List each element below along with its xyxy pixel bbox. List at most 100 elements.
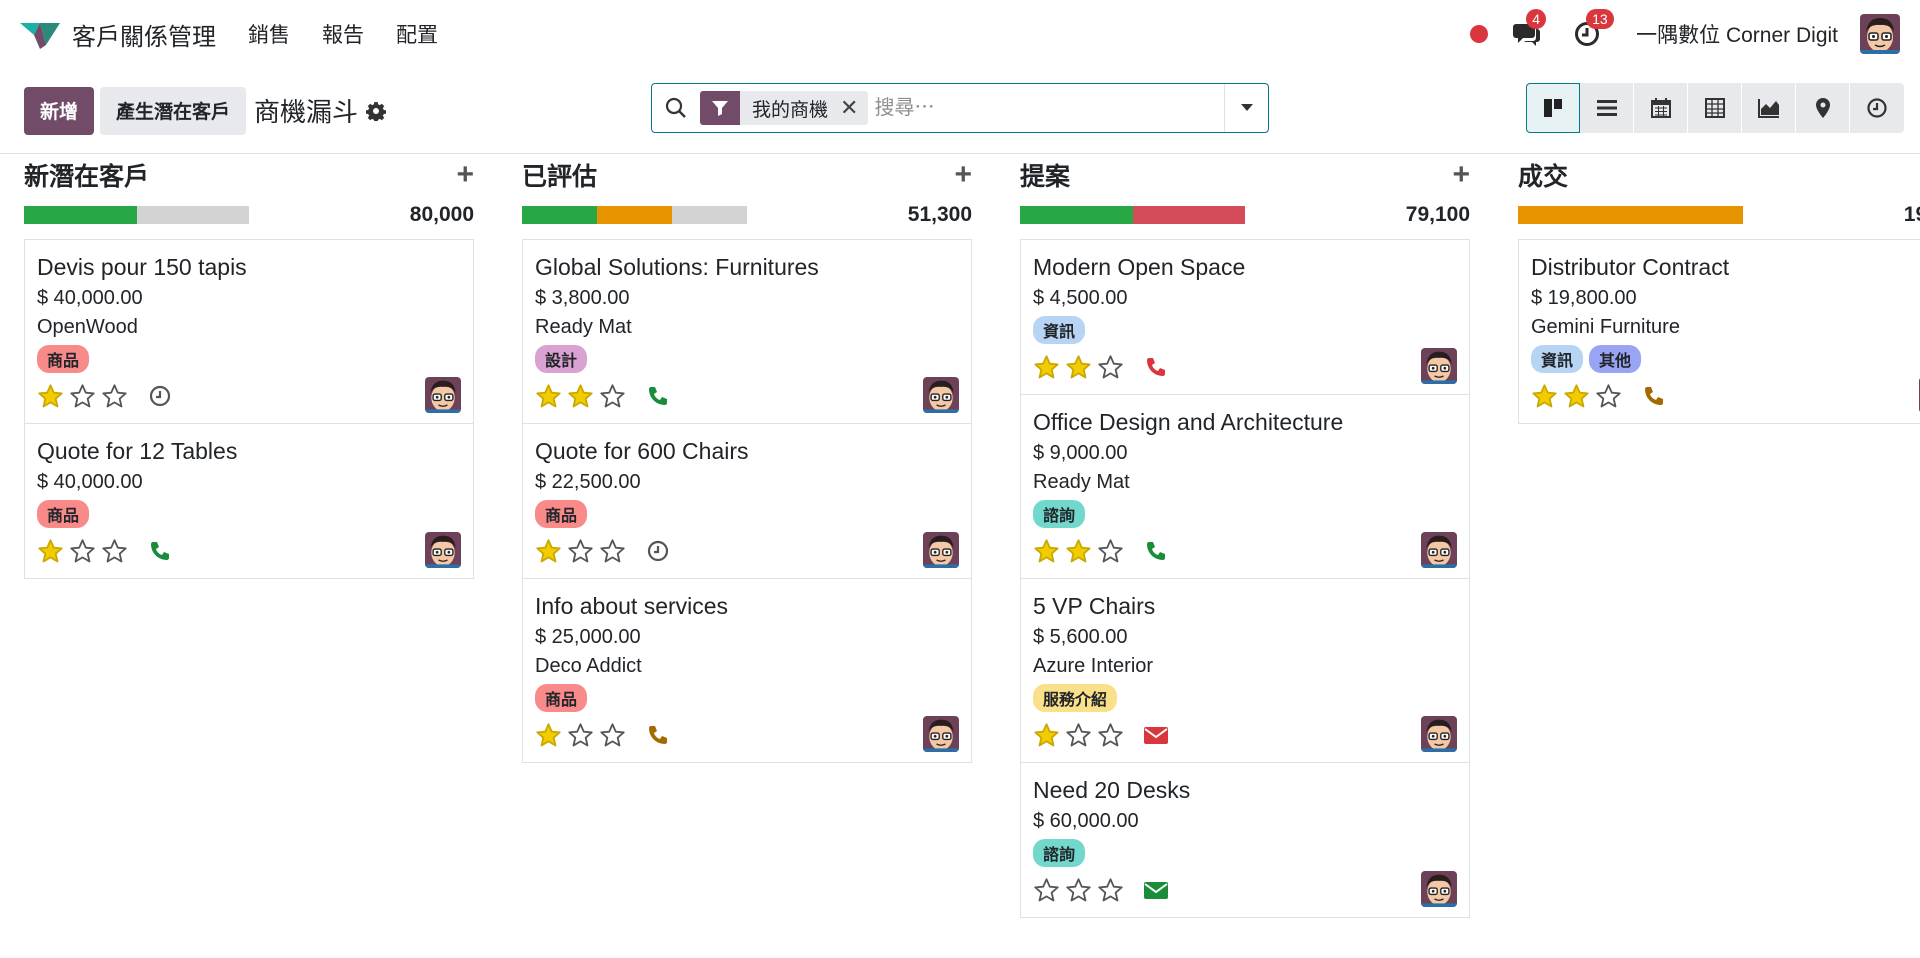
progress-bar[interactable]: [24, 206, 249, 224]
column-title[interactable]: 成交: [1518, 157, 1568, 193]
star-empty-icon[interactable]: [1097, 538, 1124, 565]
facet-remove-icon[interactable]: ✕: [840, 95, 868, 121]
view-list-button[interactable]: [1580, 83, 1634, 133]
menu-item-sales[interactable]: 銷售: [248, 19, 290, 49]
menu-item-reports[interactable]: 報告: [322, 19, 364, 49]
star-empty-icon[interactable]: [1033, 877, 1060, 904]
search-icon[interactable]: [652, 97, 700, 119]
card-avatar[interactable]: [425, 377, 461, 413]
column-add-icon[interactable]: +: [954, 160, 972, 190]
card-avatar[interactable]: [1421, 348, 1457, 384]
column-add-icon[interactable]: +: [456, 160, 474, 190]
progress-segment[interactable]: [1020, 206, 1133, 224]
star-filled-icon[interactable]: [535, 538, 562, 565]
activity-button[interactable]: [645, 722, 671, 748]
card-avatar[interactable]: [1421, 532, 1457, 568]
star-empty-icon[interactable]: [599, 538, 626, 565]
opportunity-card[interactable]: Global Solutions: Furnitures $ 3,800.00 Re…: [523, 240, 971, 424]
star-empty-icon[interactable]: [101, 383, 128, 410]
card-avatar[interactable]: [425, 532, 461, 568]
search-options-toggle[interactable]: [1224, 84, 1268, 132]
star-filled-icon[interactable]: [37, 383, 64, 410]
column-add-icon[interactable]: +: [1452, 160, 1470, 190]
star-empty-icon[interactable]: [567, 538, 594, 565]
star-empty-icon[interactable]: [567, 722, 594, 749]
star-filled-icon[interactable]: [37, 538, 64, 565]
new-button[interactable]: 新增: [24, 86, 95, 135]
card-avatar[interactable]: [923, 716, 959, 752]
star-empty-icon[interactable]: [69, 383, 96, 410]
view-map-button[interactable]: [1796, 83, 1850, 133]
view-pivot-button[interactable]: [1688, 83, 1742, 133]
gear-icon[interactable]: [366, 101, 387, 121]
activity-button[interactable]: [1143, 354, 1169, 380]
progress-segment[interactable]: [136, 206, 249, 224]
menu-item-config[interactable]: 配置: [396, 19, 438, 49]
progress-segment[interactable]: [596, 206, 672, 224]
star-filled-icon[interactable]: [535, 722, 562, 749]
star-empty-icon[interactable]: [599, 383, 626, 410]
app-name[interactable]: 客戶關係管理: [72, 17, 216, 52]
star-filled-icon[interactable]: [1033, 722, 1060, 749]
status-dot[interactable]: [1470, 25, 1489, 43]
opportunity-card[interactable]: Quote for 12 Tables $ 40,000.00 商品: [25, 424, 473, 579]
progress-segment[interactable]: [671, 206, 747, 224]
activity-button[interactable]: [1143, 538, 1169, 564]
star-filled-icon[interactable]: [1065, 538, 1092, 565]
star-empty-icon[interactable]: [1065, 722, 1092, 749]
activity-button[interactable]: [1143, 877, 1169, 903]
progress-segment[interactable]: [1518, 206, 1743, 224]
card-avatar[interactable]: [923, 377, 959, 413]
star-empty-icon[interactable]: [1595, 383, 1622, 410]
card-avatar[interactable]: [923, 532, 959, 568]
activities-button[interactable]: 13: [1572, 9, 1614, 49]
star-empty-icon[interactable]: [1097, 354, 1124, 381]
progress-segment[interactable]: [522, 206, 597, 224]
star-empty-icon[interactable]: [1097, 722, 1124, 749]
star-filled-icon[interactable]: [1033, 538, 1060, 565]
messages-button[interactable]: 4: [1512, 9, 1547, 49]
progress-bar[interactable]: [522, 206, 747, 224]
view-graph-button[interactable]: [1742, 83, 1796, 133]
column-title[interactable]: 提案: [1020, 157, 1070, 193]
card-avatar[interactable]: [1421, 871, 1457, 907]
activity-button[interactable]: [147, 538, 173, 564]
opportunity-card[interactable]: Modern Open Space $ 4,500.00 資訊: [1021, 240, 1469, 395]
activity-button[interactable]: [645, 538, 671, 564]
progress-bar[interactable]: [1020, 206, 1245, 224]
star-filled-icon[interactable]: [1531, 383, 1558, 410]
star-empty-icon[interactable]: [101, 538, 128, 565]
activity-button[interactable]: [1143, 722, 1169, 748]
opportunity-card[interactable]: Devis pour 150 tapis $ 40,000.00 OpenWood 商…: [25, 240, 473, 424]
user-avatar[interactable]: [1860, 14, 1900, 54]
star-filled-icon[interactable]: [1563, 383, 1590, 410]
progress-segment[interactable]: [1132, 206, 1245, 224]
search-input[interactable]: [868, 86, 1224, 130]
opportunity-card[interactable]: Distributor Contract $ 19,800.00 Gemini Fu…: [1519, 240, 1920, 424]
opportunity-card[interactable]: Office Design and Architecture $ 9,000.00…: [1021, 395, 1469, 579]
generate-leads-button[interactable]: 產生潛在客戶: [100, 86, 247, 135]
star-empty-icon[interactable]: [1097, 877, 1124, 904]
opportunity-card[interactable]: Quote for 600 Chairs $ 22,500.00 商品: [523, 424, 971, 579]
activity-button[interactable]: [147, 383, 173, 409]
view-kanban-button[interactable]: [1526, 83, 1580, 133]
progress-segment[interactable]: [24, 206, 137, 224]
star-empty-icon[interactable]: [1065, 877, 1092, 904]
star-filled-icon[interactable]: [535, 383, 562, 410]
star-filled-icon[interactable]: [1033, 354, 1060, 381]
view-calendar-button[interactable]: [1634, 83, 1688, 133]
opportunity-card[interactable]: Need 20 Desks $ 60,000.00 諮詢: [1021, 763, 1469, 918]
progress-bar[interactable]: [1518, 206, 1743, 224]
star-filled-icon[interactable]: [567, 383, 594, 410]
star-empty-icon[interactable]: [599, 722, 626, 749]
card-avatar[interactable]: [1421, 716, 1457, 752]
opportunity-card[interactable]: 5 VP Chairs $ 5,600.00 Azure Interior 服務介紹: [1021, 579, 1469, 763]
column-title[interactable]: 已評估: [522, 157, 597, 193]
activity-button[interactable]: [1641, 383, 1667, 409]
activity-button[interactable]: [645, 383, 671, 409]
star-empty-icon[interactable]: [69, 538, 96, 565]
app-logo-icon[interactable]: [20, 19, 60, 49]
star-filled-icon[interactable]: [1065, 354, 1092, 381]
column-title[interactable]: 新潛在客戶: [24, 157, 149, 193]
view-activity-button[interactable]: [1850, 83, 1904, 133]
